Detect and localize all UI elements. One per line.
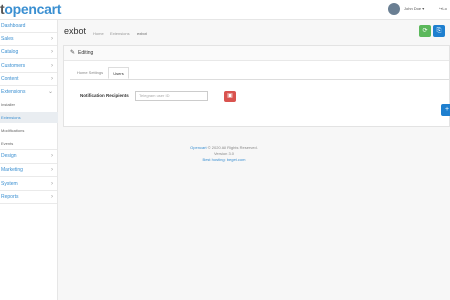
editing-panel: ✎ Editing Home Settings Users Notificati… [63,45,450,127]
sidebar-item-reports[interactable]: Reports › [0,191,58,203]
add-recipient-button[interactable]: + [441,104,450,116]
sidebar-subitem-extensions[interactable]: Extensions [0,112,58,123]
chevron-right-icon: › [51,194,53,200]
delete-icon: ▣ [227,93,233,99]
sidebar-item-label: System [1,181,18,187]
logo-text: opencart [4,1,62,17]
sidebar-item-label: Extensions [1,89,26,95]
avatar[interactable] [388,3,400,15]
opencart-logo[interactable]: topencart [0,1,61,17]
chevron-right-icon: › [51,153,53,159]
sidebar-subitem-label: Installer [1,102,16,107]
refresh-icon: ⟳ [422,28,428,34]
user-menu[interactable]: John Doe ▾ [404,6,424,11]
sidebar-item-label: Reports [1,194,19,200]
caret-down-icon: ▾ [422,6,425,11]
sidebar-subitem-installer[interactable]: Installer [0,99,58,110]
tab-users[interactable]: Users [108,67,129,79]
save-button[interactable]: ⟳ [419,25,431,37]
sidebar-item-sales[interactable]: Sales › [0,33,58,45]
chevron-right-icon: › [51,36,53,42]
footer-version: Version 3.0 [213,151,234,156]
sidebar-item-label: Dashboard [1,23,26,29]
sidebar-item-content[interactable]: Content › [0,73,58,85]
sidebar-item-label: Customers [1,63,26,69]
recipient-id-input[interactable]: Telegram user ID [135,91,208,101]
sidebar-item-label: Sales [1,36,14,42]
breadcrumb-extensions[interactable]: Extensions [110,31,130,36]
sidebar-item-label: Catalog [1,49,19,55]
breadcrumb-current: exbot [137,31,147,36]
tabs-divider [70,79,449,80]
sidebar-item-label: Marketing [1,167,23,173]
sidebar-item-design[interactable]: Design › [0,150,58,162]
remove-recipient-button[interactable]: ▣ [224,91,236,102]
user-name: John Doe [404,6,422,11]
panel-heading: ✎ Editing [64,46,449,61]
notification-recipients-label: Notification Recipients [80,93,129,98]
tab-label: Home Settings [76,70,104,75]
sidebar-item-catalog[interactable]: Catalog › [0,46,58,58]
chevron-right-icon: › [51,181,53,187]
logout-link[interactable]: ↪Lo [439,6,447,11]
logout-label: Lo [442,6,447,11]
plus-icon: + [444,106,450,113]
chevron-right-icon: › [51,63,53,69]
panel-title: Editing [78,50,94,56]
sidebar-subitem-modifications[interactable]: Modifications [0,125,58,136]
divider [0,58,57,59]
top-header: topencart John Doe ▾ ↪Lo [0,0,450,20]
sidebar-item-extensions[interactable]: Extensions ⌄ [0,86,58,98]
back-button[interactable]: ⎘ [433,25,445,37]
footer-brand-link[interactable]: Opencart [190,145,206,150]
chevron-right-icon: › [51,167,53,173]
sidebar-item-customers[interactable]: Customers › [0,60,58,72]
sidebar-item-system[interactable]: System › [0,178,58,190]
sidebar-item-label: Design [1,153,17,159]
sidebar-subitem-label: Modifications [1,128,25,133]
page-title: exbot [64,26,87,36]
pencil-icon: ✎ [70,50,76,56]
sidebar-subitem-label: Extensions [1,115,21,120]
sidebar-subitem-events[interactable]: Events [0,138,58,149]
sidebar-item-label: Content [1,76,19,82]
sidebar-item-marketing[interactable]: Marketing › [0,164,58,176]
divider [0,176,57,177]
footer-hosting-link[interactable]: Best hosting: beget.com [140,157,308,162]
chevron-right-icon: › [51,49,53,55]
footer-copyright: Opencart © 2020 All Rights Reserved. [140,145,308,150]
chevron-right-icon: › [51,76,53,82]
sidebar: Dashboard Sales › Catalog › Customers › Con… [0,20,58,300]
sidebar-item-dashboard[interactable]: Dashboard [0,20,58,32]
tab-home-settings[interactable]: Home Settings [72,67,108,79]
footer-copyright-text: © 2020 All Rights Reserved. [206,145,258,150]
divider [0,203,57,204]
sidebar-subitem-label: Events [1,141,14,146]
breadcrumb-home[interactable]: Home [93,31,104,36]
back-icon: ⎘ [436,28,442,34]
chevron-down-icon: ⌄ [47,89,53,95]
tab-label: Users [113,71,124,76]
